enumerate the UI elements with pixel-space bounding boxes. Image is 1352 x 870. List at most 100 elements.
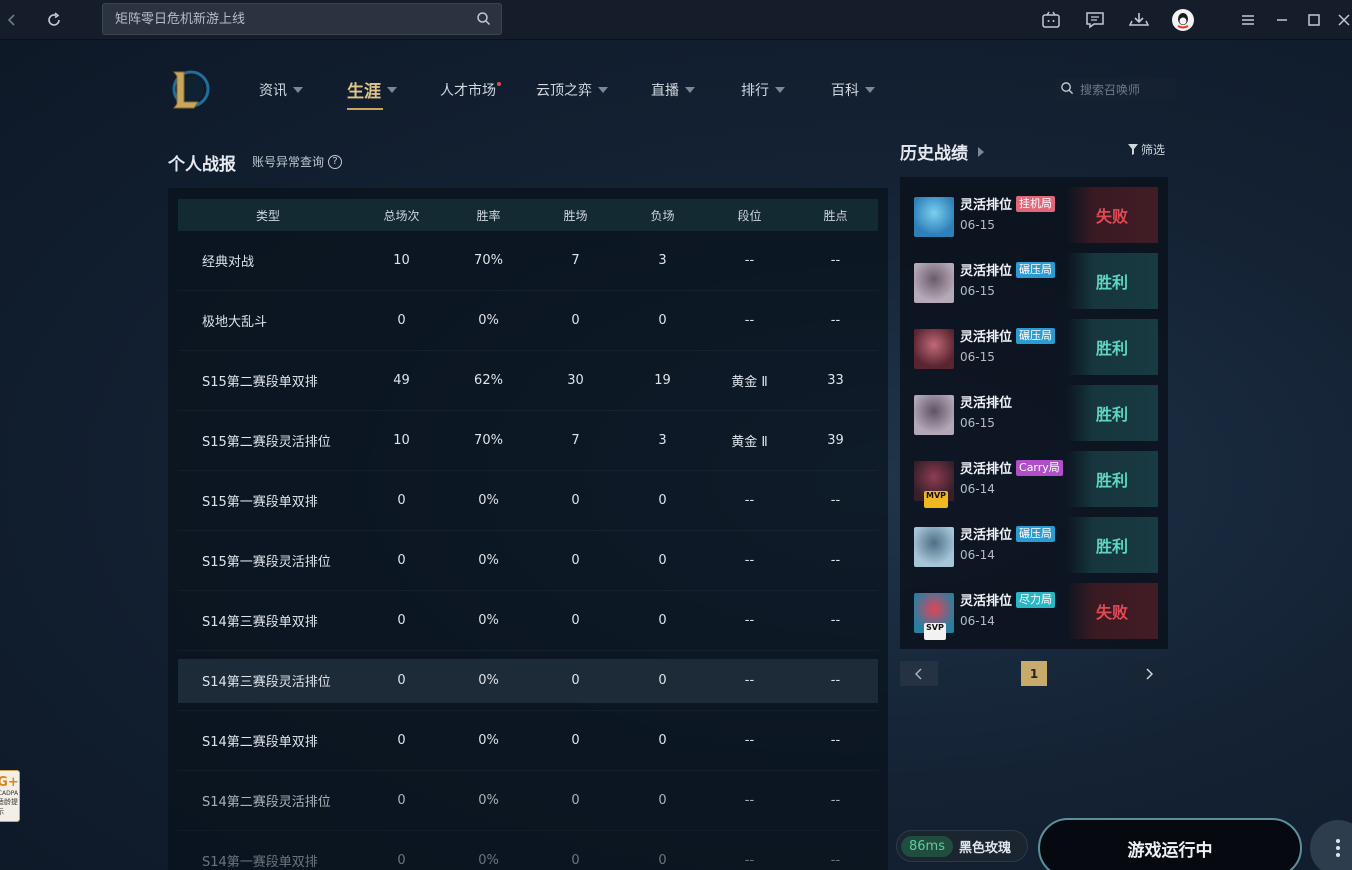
server-name: 黑色玫瑰 (958, 840, 1011, 856)
match-tag: 碾压局 (1016, 327, 1056, 344)
cell-type: 经典对战 (202, 255, 255, 270)
summoner-search[interactable]: 搜索召唤师 (1056, 78, 1176, 101)
row-cells: 经典对战 10 70% 7 3 -- -- (178, 239, 878, 283)
table-row[interactable]: 极地大乱斗 0 0% 0 0 -- -- (178, 291, 878, 351)
search-icon[interactable] (476, 11, 491, 30)
cell-rank: -- (744, 733, 755, 748)
cell-lp: -- (830, 853, 841, 868)
help-icon[interactable]: ? (328, 154, 343, 169)
mvp-badge: MVP (924, 491, 949, 508)
match-item[interactable]: MVP 灵活排位 Carry局 06-14 胜利 (910, 451, 1158, 508)
nav-wiki[interactable]: 百科 (831, 80, 875, 100)
cell-type: S14第三赛段单双排 (202, 615, 318, 630)
nav-ranking[interactable]: 排行 (741, 80, 785, 100)
pager: 1 (900, 661, 1168, 686)
match-mode-label: 灵活排位 (960, 594, 1013, 609)
download-icon[interactable] (1127, 8, 1151, 32)
cell-total: 49 (393, 373, 410, 388)
cell-total: 0 (397, 313, 406, 328)
cell-losses: 0 (658, 313, 667, 328)
row-cells: S15第一赛段灵活排位 0 0% 0 0 -- -- (178, 539, 878, 583)
cell-wins: 7 (571, 433, 580, 448)
cell-lp: -- (830, 493, 841, 508)
cell-losses: 0 (658, 493, 667, 508)
champion-avatar (914, 527, 954, 567)
launch-button[interactable]: 游戏运行中 (1038, 818, 1302, 870)
cell-type: S14第二赛段单双排 (202, 735, 318, 750)
store-icon[interactable] (1039, 8, 1063, 32)
match-item[interactable]: 灵活排位 碾压局 06-15 胜利 (910, 319, 1158, 375)
cell-winrate: 0% (478, 613, 499, 628)
cell-lp: 33 (827, 373, 844, 388)
match-item[interactable]: SVP 灵活排位 尽力局 06-14 失败 (910, 583, 1158, 640)
age-rating-badge[interactable]: G+ CADPA 适龄提示 (0, 770, 20, 822)
cell-wins: 0 (571, 313, 580, 328)
table-row[interactable]: S14第二赛段单双排 0 0% 0 0 -- -- (178, 711, 878, 771)
minimize-icon[interactable] (1270, 8, 1294, 32)
avatar[interactable] (1171, 8, 1195, 32)
table-row[interactable]: S14第三赛段灵活排位 0 0% 0 0 -- -- (178, 651, 878, 711)
title-bar (0, 0, 1352, 40)
table-row[interactable]: S15第二赛段单双排 49 62% 30 19 黄金 Ⅱ 33 (178, 351, 878, 411)
summoner-search-placeholder[interactable]: 搜索召唤师 (1080, 81, 1140, 98)
row-cells: S15第二赛段灵活排位 10 70% 7 3 黄金 Ⅱ 39 (178, 419, 878, 463)
table-row[interactable]: S14第二赛段灵活排位 0 0% 0 0 -- -- (178, 771, 878, 831)
nav-talent-market-text: 人才市场 (440, 83, 496, 99)
cell-winrate: 0% (478, 553, 499, 568)
menu-icon[interactable] (1236, 8, 1260, 32)
cell-lp: -- (830, 313, 841, 328)
match-item[interactable]: 灵活排位 挂机局 06-15 失败 (910, 187, 1158, 243)
table-row[interactable]: S14第一赛段单双排 0 0% 0 0 -- -- (178, 831, 878, 870)
cell-total: 0 (397, 853, 406, 868)
history-title[interactable]: 历史战绩 (900, 139, 984, 164)
match-item[interactable]: 灵活排位 06-15 胜利 (910, 385, 1158, 441)
nav-career-label: 生涯 (347, 82, 381, 102)
filter-label: 筛选 (1141, 143, 1166, 157)
chevron-left-icon (915, 667, 922, 680)
account-check-label: 账号异常查询 (252, 155, 325, 169)
nav-news[interactable]: 资讯 (259, 80, 303, 100)
maximize-icon[interactable] (1302, 8, 1326, 32)
table-row[interactable]: S15第二赛段灵活排位 10 70% 7 3 黄金 Ⅱ 39 (178, 411, 878, 471)
match-result: 胜利 (1066, 385, 1158, 441)
cell-type: 极地大乱斗 (202, 315, 268, 330)
cell-wins: 0 (571, 733, 580, 748)
global-search-input[interactable] (103, 4, 463, 34)
match-tag: 碾压局 (1016, 261, 1056, 278)
cell-total: 0 (397, 733, 406, 748)
nav-tft[interactable]: 云顶之弈 (536, 80, 608, 100)
next-page-button[interactable] (1130, 661, 1168, 686)
cell-winrate: 62% (474, 373, 503, 388)
table-row[interactable]: S15第一赛段灵活排位 0 0% 0 0 -- -- (178, 531, 878, 591)
server-status[interactable]: 86ms 黑色玫瑰 (896, 830, 1028, 862)
message-icon[interactable] (1083, 8, 1107, 32)
match-item[interactable]: 灵活排位 碾压局 06-14 胜利 (910, 517, 1158, 573)
cell-lp: -- (830, 733, 841, 748)
nav-live[interactable]: 直播 (651, 80, 695, 100)
close-icon[interactable] (1332, 8, 1352, 32)
account-check-link[interactable]: 账号异常查询 ? (252, 153, 343, 170)
nav-career[interactable]: 生涯 (347, 77, 397, 110)
match-date: 06-15 (960, 416, 995, 430)
prev-page-button[interactable] (900, 661, 938, 686)
global-search[interactable] (102, 3, 502, 35)
refresh-icon[interactable] (42, 8, 66, 32)
nav-wiki-label: 百科 (831, 83, 859, 99)
cell-total: 0 (397, 613, 406, 628)
more-button[interactable] (1310, 820, 1352, 870)
nav-talent-market[interactable]: 人才市场 (440, 80, 501, 100)
back-icon[interactable] (0, 8, 24, 32)
match-item[interactable]: 灵活排位 碾压局 06-15 胜利 (910, 253, 1158, 309)
table-row[interactable]: S15第一赛段单双排 0 0% 0 0 -- -- (178, 471, 878, 531)
filter-button[interactable]: 筛选 (1128, 141, 1165, 158)
match-mode: 灵活排位 Carry局 (960, 458, 1063, 477)
cell-winrate: 0% (478, 313, 499, 328)
table-row[interactable]: 经典对战 10 70% 7 3 -- -- (178, 231, 878, 291)
lol-logo[interactable] (168, 66, 210, 112)
match-mode: 灵活排位 挂机局 (960, 194, 1056, 213)
history-title-label: 历史战绩 (900, 144, 968, 164)
table-row[interactable]: S14第三赛段单双排 0 0% 0 0 -- -- (178, 591, 878, 651)
cell-total: 0 (397, 553, 406, 568)
nav-talent-market-label: 人才市场 (440, 80, 501, 100)
page-number[interactable]: 1 (1021, 661, 1047, 686)
